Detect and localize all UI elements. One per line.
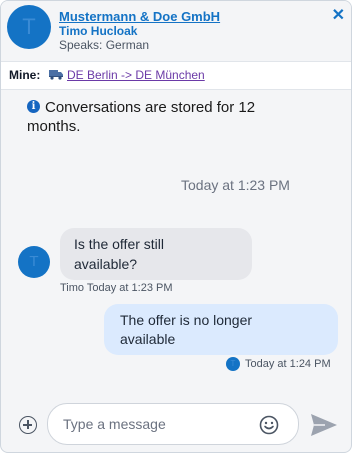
company-name-link[interactable]: Mustermann & Doe GmbH xyxy=(59,9,220,24)
composer xyxy=(1,397,351,452)
incoming-meta: Timo Today at 1:23 PM xyxy=(60,282,173,294)
outgoing-meta-text: Today at 1:24 PM xyxy=(245,358,331,370)
close-icon[interactable]: ✕ xyxy=(332,8,345,24)
incoming-message: Is the offer still available? xyxy=(60,228,252,280)
incoming-line-2: available? xyxy=(74,256,138,272)
incoming-line-1: Is the offer still xyxy=(74,236,165,252)
outgoing-avatar: T xyxy=(226,357,240,371)
contact-language: Speaks: German xyxy=(59,38,150,52)
date-divider: Today at 1:23 PM xyxy=(181,177,290,193)
notice-line-2: months. xyxy=(27,118,81,135)
outgoing-line-2: available xyxy=(120,331,176,347)
plus-circle-icon[interactable] xyxy=(19,416,37,434)
retention-notice: Conversations are stored for 12 months. xyxy=(27,98,295,136)
outgoing-line-1: The offer is no longer xyxy=(120,312,253,328)
chat-header: T Mustermann & Doe GmbH Timo Hucloak Spe… xyxy=(1,1,351,59)
outgoing-message: The offer is no longer available xyxy=(104,304,338,355)
chat-window: T Mustermann & Doe GmbH Timo Hucloak Spe… xyxy=(0,0,352,453)
truck-icon xyxy=(49,70,63,80)
route-link[interactable]: DE Berlin -> DE München xyxy=(67,68,205,82)
notice-line-1: Conversations are stored for 12 xyxy=(45,99,256,116)
mine-label: Mine: xyxy=(9,68,41,82)
mine-bar: Mine: DE Berlin -> DE München xyxy=(1,61,351,90)
info-icon: i xyxy=(27,100,40,113)
send-icon[interactable] xyxy=(310,413,338,437)
avatar: T xyxy=(7,5,51,49)
contact-name: Timo Hucloak xyxy=(59,24,138,38)
incoming-avatar: T xyxy=(18,246,50,278)
smiley-icon[interactable] xyxy=(259,415,279,435)
